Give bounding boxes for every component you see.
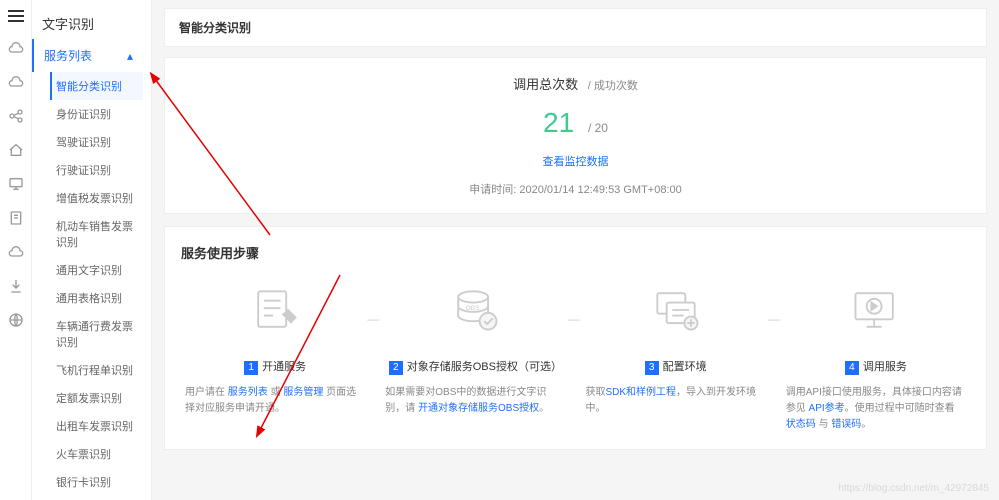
step-1: 1开通服务用户请在 服务列表 或 服务管理 页面选择对应服务申请开通。 [181,282,369,433]
step-icon [247,282,303,338]
watermark: https://blog.csdn.net/m_42972845 [838,483,989,494]
step-4: 4调用服务调用API接口使用服务，具体接口内容请参见 API参考。使用过程中可随… [782,282,970,433]
step-link[interactable]: 开通对象存储服务OBS授权 [418,403,539,414]
sidebar-item-1[interactable]: 身份证识别 [50,100,143,128]
sidebar-items: 智能分类识别身份证识别驾驶证识别行驶证识别增值税发票识别机动车销售发票识别通用文… [32,72,143,500]
step-icon [848,282,904,338]
steps-row: 1开通服务用户请在 服务列表 或 服务管理 页面选择对应服务申请开通。 OBS 2对… [181,282,970,433]
rail-icon-3[interactable] [8,108,24,124]
sidebar-item-5[interactable]: 机动车销售发票识别 [50,212,143,256]
step-icon [648,282,704,338]
sidebar-title: 文字识别 [32,8,143,39]
step-label: 4调用服务 [782,358,970,375]
chevron-up-icon: ▴ [127,49,133,63]
sidebar-item-6[interactable]: 通用文字识别 [50,256,143,284]
stats-card: 调用总次数 / 成功次数 21 / 20 查看监控数据 申请时间: 2020/0… [164,57,987,214]
stats-link[interactable]: 查看监控数据 [181,153,970,169]
step-desc: 如果需要对OBS中的数据进行文字识别，请 开通对象存储服务OBS授权。 [381,385,569,417]
sidebar-item-9[interactable]: 飞机行程单识别 [50,356,143,384]
rail-icon-6[interactable] [8,210,24,226]
step-link[interactable]: 服务管理 [283,387,323,398]
steps-card: 服务使用步骤 1开通服务用户请在 服务列表 或 服务管理 页面选择对应服务申请开… [164,226,987,450]
stats-value: 21 / 20 [181,107,970,139]
step-link[interactable]: 服务列表 [228,387,268,398]
step-desc: 用户请在 服务列表 或 服务管理 页面选择对应服务申请开通。 [181,385,369,417]
step-label: 1开通服务 [181,358,369,375]
sidebar-item-7[interactable]: 通用表格识别 [50,284,143,312]
step-2: OBS 2对象存储服务OBS授权（可选） 如果需要对OBS中的数据进行文字识别，请 … [381,282,569,433]
step-desc: 获取SDK和样例工程，导入到开发环境中。 [582,385,770,417]
sidebar-item-8[interactable]: 车辆通行费发票识别 [50,312,143,356]
step-link[interactable]: 错误码 [831,419,861,430]
step-label: 3配置环境 [582,358,770,375]
rail-icon-5[interactable] [8,176,24,192]
icon-rail [0,0,32,500]
hamburger-icon[interactable] [8,10,24,22]
step-link[interactable]: API参考 [809,403,845,414]
sidebar-item-11[interactable]: 出租车发票识别 [50,412,143,440]
steps-title: 服务使用步骤 [181,243,970,262]
step-link[interactable]: SDK和样例工程 [606,387,677,398]
sidebar-item-13[interactable]: 银行卡识别 [50,468,143,496]
rail-icon-1[interactable] [8,40,24,56]
page-title: 智能分类识别 [164,8,987,47]
step-link[interactable]: 状态码 [786,419,816,430]
sidebar-item-4[interactable]: 增值税发票识别 [50,184,143,212]
sidebar-item-2[interactable]: 驾驶证识别 [50,128,143,156]
rail-icon-2[interactable] [8,74,24,90]
sidebar-item-0[interactable]: 智能分类识别 [50,72,143,100]
rail-icon-8[interactable] [8,278,24,294]
sidebar-item-14[interactable]: 护照识别 [50,496,143,500]
step-3: 3配置环境获取SDK和样例工程，导入到开发环境中。 [582,282,770,433]
svg-text:OBS: OBS [466,305,480,312]
sidebar-item-3[interactable]: 行驶证识别 [50,156,143,184]
step-label: 2对象存储服务OBS授权（可选） [381,358,569,375]
rail-icon-9[interactable] [8,312,24,328]
stats-time: 申请时间: 2020/01/14 12:49:53 GMT+08:00 [181,181,970,197]
step-icon: OBS [447,282,503,338]
main: 智能分类识别 调用总次数 / 成功次数 21 / 20 查看监控数据 申请时间:… [152,0,999,500]
stats-heading: 调用总次数 / 成功次数 [181,74,970,93]
sidebar-item-12[interactable]: 火车票识别 [50,440,143,468]
sidebar-category[interactable]: 服务列表 ▴ [32,39,143,72]
sidebar: 文字识别 服务列表 ▴ 智能分类识别身份证识别驾驶证识别行驶证识别增值税发票识别… [32,0,152,500]
rail-icon-4[interactable] [8,142,24,158]
sidebar-item-10[interactable]: 定额发票识别 [50,384,143,412]
rail-icon-7[interactable] [8,244,24,260]
step-desc: 调用API接口使用服务，具体接口内容请参见 API参考。使用过程中可随时查看 状… [782,385,970,433]
